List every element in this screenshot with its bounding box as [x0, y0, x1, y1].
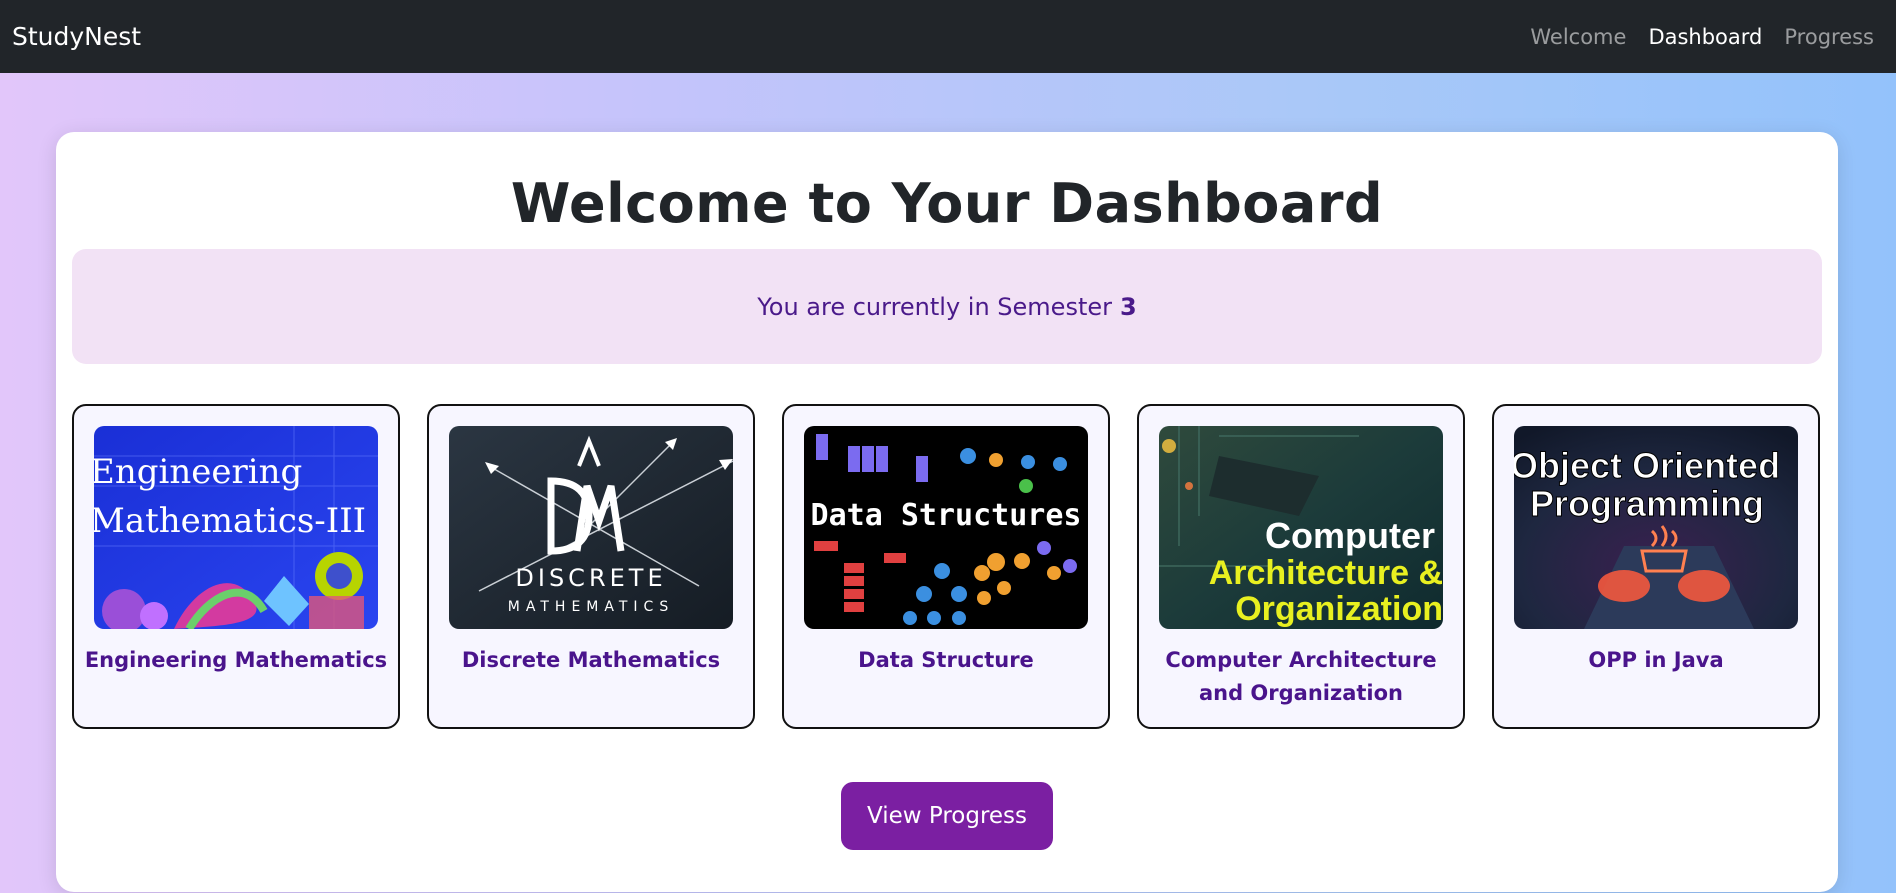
navbar: StudyNest Welcome Dashboard Progress [0, 0, 1896, 73]
course-thumbnail-data-structure[interactable]: Data Structures [804, 426, 1088, 629]
thumb-text: Organization [1235, 590, 1443, 628]
nav-link-progress[interactable]: Progress [1784, 25, 1874, 49]
course-thumbnail-opp-in-java[interactable]: Object Oriented Programming [1514, 426, 1798, 629]
course-title[interactable]: Engineering Mathematics [84, 644, 388, 677]
course-card-opp-in-java[interactable]: Object Oriented Programming OPP in Java [1492, 404, 1820, 729]
course-card-data-structure[interactable]: Data Structures Data Structure [782, 404, 1110, 729]
thumb-text: MATHEMATICS [508, 599, 674, 615]
course-title[interactable]: Discrete Mathematics [439, 644, 743, 677]
course-title[interactable]: Data Structure [794, 644, 1098, 677]
semester-banner: You are currently in Semester 3 [72, 249, 1822, 364]
view-progress-button[interactable]: View Progress [841, 782, 1053, 850]
thumb-text: Object Oriented [1514, 445, 1780, 486]
course-card-discrete-mathematics[interactable]: DISCRETE MATHEMATICS Discrete Mathematic… [427, 404, 755, 729]
course-thumbnail-discrete-mathematics[interactable]: DISCRETE MATHEMATICS [449, 426, 733, 629]
page-title: Welcome to Your Dashboard [510, 172, 1384, 235]
semester-number: 3 [1120, 292, 1137, 321]
thumb-text: DISCRETE [515, 564, 666, 592]
thumb-text: Data Structures [811, 498, 1082, 533]
thumb-text: Programming [1530, 483, 1764, 524]
thumb-text: Architecture & [1209, 554, 1443, 592]
nav-link-dashboard[interactable]: Dashboard [1648, 25, 1762, 49]
thumb-text: Mathematics-III [94, 501, 366, 541]
course-list: Engineering Mathematics-III Engineering … [72, 404, 1822, 729]
thumb-text: Computer [1265, 515, 1435, 556]
course-title[interactable]: OPP in Java [1504, 644, 1808, 677]
nav-links: Welcome Dashboard Progress [1530, 25, 1874, 49]
course-thumbnail-engineering-mathematics[interactable]: Engineering Mathematics-III [94, 426, 378, 629]
nav-link-welcome[interactable]: Welcome [1530, 25, 1626, 49]
thumb-text: Engineering [94, 452, 302, 492]
course-title[interactable]: Computer Architecture and Organization [1149, 644, 1453, 710]
course-card-computer-architecture[interactable]: Computer Architecture & Organization Com… [1137, 404, 1465, 729]
course-card-engineering-mathematics[interactable]: Engineering Mathematics-III Engineering … [72, 404, 400, 729]
brand-logo[interactable]: StudyNest [12, 22, 141, 51]
course-thumbnail-computer-architecture[interactable]: Computer Architecture & Organization [1159, 426, 1443, 629]
dashboard-card: Welcome to Your Dashboard You are curren… [56, 132, 1838, 892]
semester-label: You are currently in Semester [757, 292, 1112, 321]
